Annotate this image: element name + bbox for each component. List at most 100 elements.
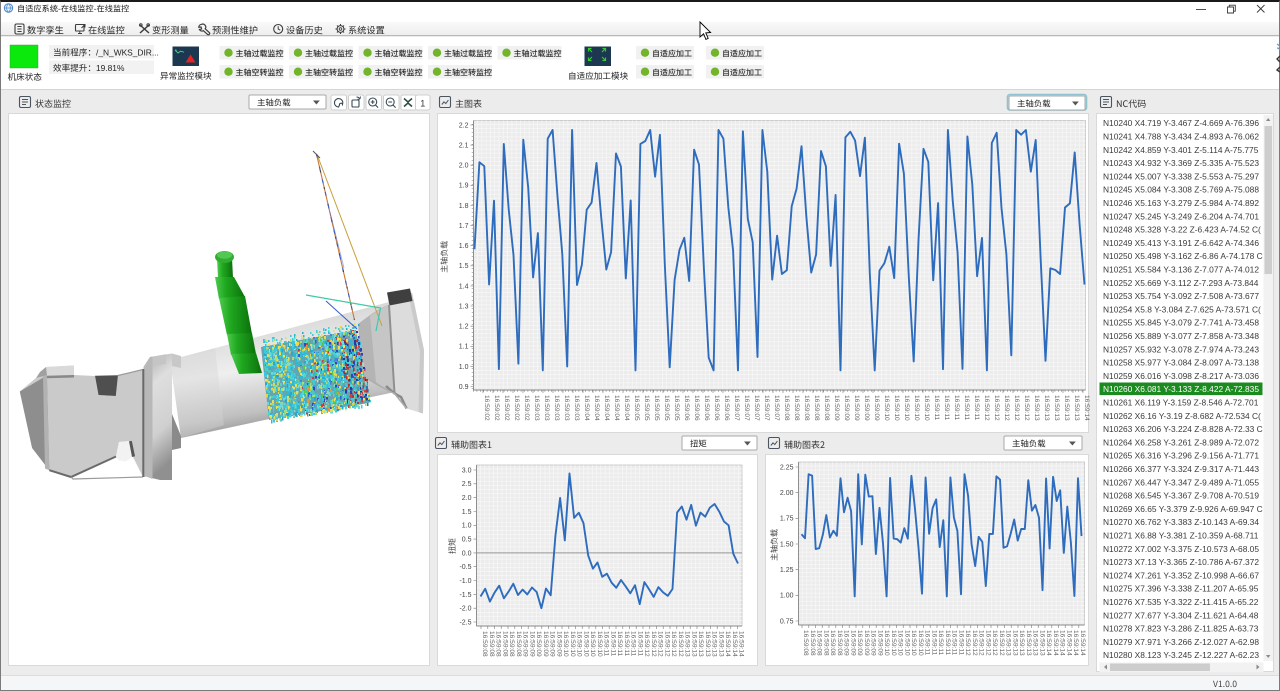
svg-text:0.0: 0.0 [462, 550, 472, 557]
svg-text:16:59:02: 16:59:02 [503, 395, 510, 421]
svg-text:N10252 X5.669 Y-3.112 Z-7.293: N10252 X5.669 Y-3.112 Z-7.293 A-73.844 [1103, 278, 1259, 288]
svg-text:16:59:12: 16:59:12 [663, 631, 670, 657]
svg-text:16:59:13: 16:59:13 [1043, 395, 1050, 421]
svg-text:N10273 X7.13 Y-3.365 Z-10.786: N10273 X7.13 Y-3.365 Z-10.786 A-67.372 [1103, 557, 1259, 567]
svg-text:16:59:06: 16:59:06 [703, 395, 710, 421]
svg-text:N10261 X6.119 Y-3.159 Z-8.546: N10261 X6.119 Y-3.159 Z-8.546 A-72.701 [1103, 398, 1259, 408]
svg-text:16:59:13: 16:59:13 [717, 631, 724, 657]
svg-text:16:59:06: 16:59:06 [683, 395, 690, 421]
svg-text:16:59:08: 16:59:08 [823, 395, 830, 421]
svg-text:16:59:10: 16:59:10 [582, 631, 589, 657]
svg-text:N10259 X6.016 Y-3.098 Z-8.217: N10259 X6.016 Y-3.098 Z-8.217 A-73.036 [1103, 371, 1259, 381]
svg-text:16:59:14: 16:59:14 [1065, 630, 1072, 656]
svg-text:N10275 X7.396 Y-3.338 Z-11.207: N10275 X7.396 Y-3.338 Z-11.207 A-65.95 [1103, 584, 1259, 594]
svg-text:2.25: 2.25 [780, 464, 794, 471]
svg-text:16:59:09: 16:59:09 [853, 395, 860, 421]
svg-text:16:59:09: 16:59:09 [542, 631, 549, 657]
svg-text:1.25: 1.25 [780, 567, 794, 574]
svg-text:1.50: 1.50 [780, 541, 794, 548]
svg-text:16:59:04: 16:59:04 [593, 395, 600, 421]
svg-text:16:59:06: 16:59:06 [693, 395, 700, 421]
svg-text:16:59:11: 16:59:11 [953, 395, 960, 421]
svg-text:16:59:04: 16:59:04 [613, 395, 620, 421]
svg-text:16:59:07: 16:59:07 [773, 395, 780, 421]
svg-text:16:59:13: 16:59:13 [711, 631, 718, 657]
svg-text:16:59:11: 16:59:11 [951, 630, 958, 656]
svg-text:16:59:10: 16:59:10 [903, 630, 910, 656]
svg-text:16:59:03: 16:59:03 [543, 395, 550, 421]
svg-text:1.6: 1.6 [459, 243, 469, 250]
svg-text:-1.5: -1.5 [459, 592, 471, 599]
svg-text:1.00: 1.00 [780, 593, 794, 600]
svg-text:16:59:10: 16:59:10 [897, 630, 904, 656]
svg-text:16:59:09: 16:59:09 [863, 630, 870, 656]
svg-text:1.8: 1.8 [459, 203, 469, 210]
svg-text:16:59:10: 16:59:10 [883, 395, 890, 421]
svg-text:16:59:09: 16:59:09 [522, 631, 529, 657]
svg-text:16:59:07: 16:59:07 [733, 395, 740, 421]
svg-text:16:59:03: 16:59:03 [533, 395, 540, 421]
svg-text:16:59:11: 16:59:11 [944, 630, 951, 656]
svg-text:16:59:08: 16:59:08 [822, 630, 829, 656]
svg-text:16:59:13: 16:59:13 [1073, 395, 1080, 421]
svg-text:16:59:11: 16:59:11 [933, 395, 940, 421]
svg-text:16:59:13: 16:59:13 [1053, 395, 1060, 421]
svg-text:0.75: 0.75 [780, 618, 794, 625]
svg-text:16:59:09: 16:59:09 [863, 395, 870, 421]
svg-text:16:59:12: 16:59:12 [998, 630, 1005, 656]
svg-text:16:59:04: 16:59:04 [583, 395, 590, 421]
svg-text:16:59:14: 16:59:14 [1052, 630, 1059, 656]
svg-text:16:59:14: 16:59:14 [1059, 630, 1066, 656]
svg-text:1: 1 [420, 99, 425, 109]
svg-text:16:59:09: 16:59:09 [870, 630, 877, 656]
svg-text:16:59:14: 16:59:14 [724, 631, 731, 657]
svg-text:16:59:13: 16:59:13 [1005, 630, 1012, 656]
svg-text:16:59:13: 16:59:13 [1063, 395, 1070, 421]
svg-text:16:59:09: 16:59:09 [555, 631, 562, 657]
svg-text:16:59:12: 16:59:12 [993, 395, 1000, 421]
svg-text:16:59:06: 16:59:06 [723, 395, 730, 421]
svg-text:N10270 X6.762 Y-3.383 Z-10.143: N10270 X6.762 Y-3.383 Z-10.143 A-69.34 [1103, 517, 1259, 527]
svg-text:16:59:12: 16:59:12 [1013, 395, 1020, 421]
svg-text:16:59:12: 16:59:12 [964, 630, 971, 656]
svg-text:16:59:10: 16:59:10 [910, 630, 917, 656]
svg-text:2.2: 2.2 [459, 122, 469, 129]
svg-text:16:59:08: 16:59:08 [495, 631, 502, 657]
svg-text:16:59:11: 16:59:11 [630, 631, 637, 657]
svg-text:N10277 X7.677 Y-3.304 Z-11.621: N10277 X7.677 Y-3.304 Z-11.621 A-64.48 [1103, 610, 1259, 620]
svg-text:16:59:10: 16:59:10 [569, 631, 576, 657]
svg-text:16:59:13: 16:59:13 [697, 631, 704, 657]
svg-text:16:59:03: 16:59:03 [563, 395, 570, 421]
svg-text:16:59:14: 16:59:14 [1072, 630, 1079, 656]
svg-text:16:59:02: 16:59:02 [483, 395, 490, 421]
svg-text:16:59:08: 16:59:08 [809, 630, 816, 656]
svg-text:16:59:08: 16:59:08 [793, 395, 800, 421]
svg-text:N10278 X7.823 Y-3.286 Z-11.825: N10278 X7.823 Y-3.286 Z-11.825 A-63.73 [1103, 624, 1259, 634]
svg-text:16:59:13: 16:59:13 [1032, 630, 1039, 656]
svg-text:N10240 X4.719 Y-3.467 Z-4.669: N10240 X4.719 Y-3.467 Z-4.669 A-76.396 [1103, 118, 1259, 128]
svg-text:N10267 X6.447 Y-3.347 Z-9.489: N10267 X6.447 Y-3.347 Z-9.489 A-71.055 [1103, 477, 1259, 487]
svg-text:16:59:09: 16:59:09 [535, 631, 542, 657]
svg-text:1.5: 1.5 [459, 263, 469, 270]
svg-text:16:59:08: 16:59:08 [488, 631, 495, 657]
svg-text:16:59:09: 16:59:09 [856, 630, 863, 656]
svg-text:16:59:10: 16:59:10 [883, 630, 890, 656]
svg-text:16:59:05: 16:59:05 [633, 395, 640, 421]
svg-text:16:59:12: 16:59:12 [1003, 395, 1010, 421]
svg-text:16:59:03: 16:59:03 [553, 395, 560, 421]
svg-text:N10279 X7.971 Y-3.266 Z-12.027: N10279 X7.971 Y-3.266 Z-12.027 A-62.98 [1103, 637, 1259, 647]
svg-text:16:59:13: 16:59:13 [684, 631, 691, 657]
svg-text:16:59:11: 16:59:11 [937, 630, 944, 656]
svg-text:16:59:11: 16:59:11 [924, 630, 931, 656]
svg-text:16:59:07: 16:59:07 [743, 395, 750, 421]
svg-text:16:59:12: 16:59:12 [650, 631, 657, 657]
svg-text:/_N_WKS_DIR...: /_N_WKS_DIR... [96, 48, 159, 58]
svg-text:16:59:11: 16:59:11 [636, 631, 643, 657]
svg-text:16:59:10: 16:59:10 [903, 395, 910, 421]
svg-text:N10250 X5.498 Y-3.162 Z-6.86 A: N10250 X5.498 Y-3.162 Z-6.86 A-74.178 C [1103, 251, 1263, 261]
svg-text:16:59:11: 16:59:11 [963, 395, 970, 421]
svg-text:16:59:12: 16:59:12 [984, 630, 991, 656]
svg-text:16:59:14: 16:59:14 [1083, 395, 1090, 421]
svg-text:16:59:10: 16:59:10 [589, 631, 596, 657]
svg-text:16:59:08: 16:59:08 [813, 395, 820, 421]
